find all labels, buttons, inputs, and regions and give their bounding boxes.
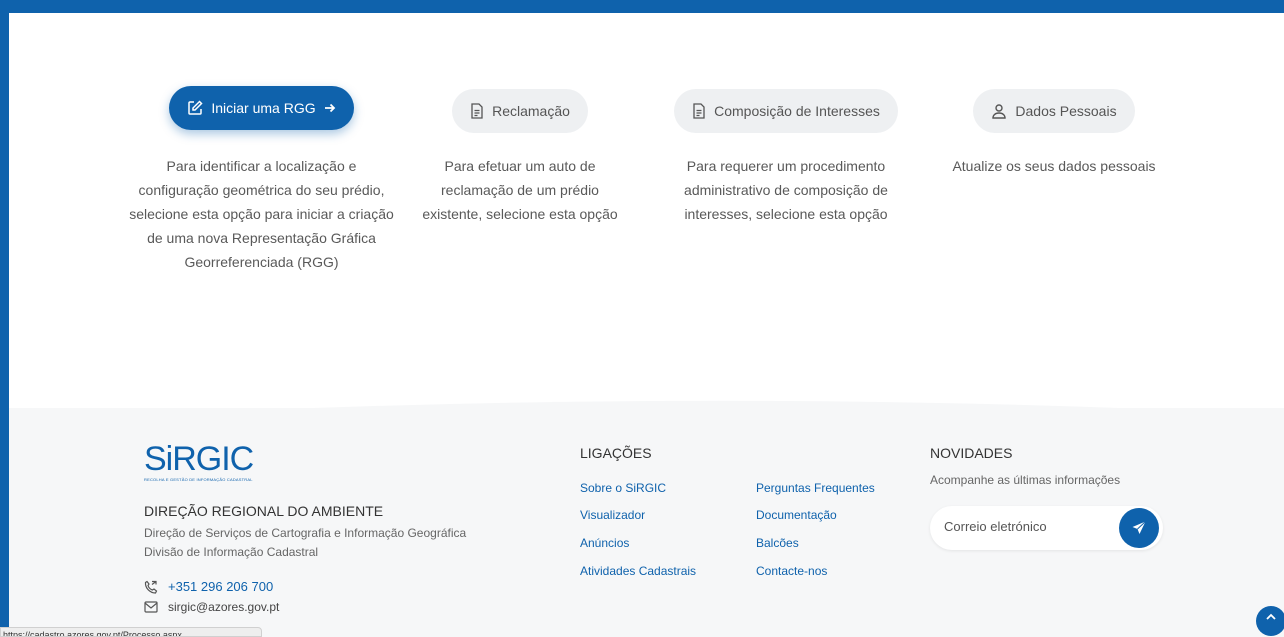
link-atividades[interactable]: Atividades Cadastrais (580, 564, 696, 578)
iniciar-rgg-label: Iniciar uma RGG (211, 100, 316, 116)
dados-pessoais-description: Atualize os seus dados pessoais (952, 158, 1156, 174)
option-composicao-interesses: Composição de Interesses Para requerer u… (664, 89, 908, 226)
news-text: Acompanhe as últimas informações (930, 473, 1121, 487)
reclamacao-description: Para efetuar um auto de reclamação de um… (422, 158, 618, 222)
contact-email[interactable]: sirgic@azores.gov.pt (144, 600, 279, 614)
phone-icon (144, 580, 158, 594)
user-icon (991, 103, 1007, 119)
link-sobre[interactable]: Sobre o SiRGIC (580, 481, 666, 495)
mail-icon (144, 601, 158, 613)
newsletter-form (930, 506, 1163, 550)
scroll-top-button[interactable] (1256, 606, 1284, 636)
link-balcoes[interactable]: Balcões (756, 536, 799, 550)
document-icon (470, 103, 484, 119)
org-line-services: Direção de Serviços de Cartografia e Inf… (144, 526, 467, 540)
email-input[interactable] (944, 519, 1114, 534)
send-icon (1131, 520, 1147, 536)
contact-phone[interactable]: +351 296 206 700 (144, 579, 273, 594)
edit-icon (187, 100, 203, 116)
iniciar-rgg-description: Para identificar a localização e configu… (129, 158, 394, 270)
link-anuncios[interactable]: Anúncios (580, 536, 629, 550)
email-address: sirgic@azores.gov.pt (168, 600, 280, 614)
arrow-right-icon (324, 102, 336, 114)
link-perguntas[interactable]: Perguntas Frequentes (756, 481, 875, 495)
reclamacao-button[interactable]: Reclamação (452, 89, 588, 133)
chevron-up-icon (1266, 613, 1276, 620)
news-title: NOVIDADES (930, 445, 1013, 461)
send-button[interactable] (1119, 508, 1159, 548)
option-dados-pessoais: Dados Pessoais Atualize os seus dados pe… (929, 89, 1179, 178)
iniciar-rgg-button[interactable]: Iniciar uma RGG (169, 86, 354, 130)
composicao-interesses-label: Composição de Interesses (714, 103, 880, 119)
dados-pessoais-button[interactable]: Dados Pessoais (973, 89, 1135, 133)
option-iniciar-rgg: Iniciar uma RGG Para identificar a local… (129, 86, 394, 274)
link-contacte[interactable]: Contacte-nos (756, 564, 827, 578)
page-frame: Iniciar uma RGG Para identificar a local… (9, 13, 1284, 637)
status-bar-url: https://cadastro.azores.gov.pt/Processo.… (0, 627, 262, 637)
sirgic-logo[interactable]: SiRGIC RECOLHA E GESTÃO DE INFORMAÇÃO CA… (144, 440, 254, 482)
phone-number: +351 296 206 700 (168, 579, 274, 594)
org-name: DIREÇÃO REGIONAL DO AMBIENTE (144, 503, 384, 519)
composicao-interesses-button[interactable]: Composição de Interesses (674, 89, 898, 133)
links-title: LIGAÇÕES (580, 445, 652, 461)
link-documentacao[interactable]: Documentação (756, 508, 837, 522)
reclamacao-label: Reclamação (492, 103, 570, 119)
composicao-interesses-description: Para requerer um procedimento administra… (684, 158, 888, 222)
option-reclamacao: Reclamação Para efetuar um auto de recla… (410, 89, 630, 226)
link-visualizador[interactable]: Visualizador (580, 508, 645, 522)
logo-text: SiRGIC (144, 440, 254, 478)
logo-subtitle: RECOLHA E GESTÃO DE INFORMAÇÃO CADASTRAL (144, 477, 253, 482)
org-line-division: Divisão de Informação Cadastral (144, 545, 319, 559)
document-icon (692, 103, 706, 119)
dados-pessoais-label: Dados Pessoais (1015, 103, 1117, 119)
